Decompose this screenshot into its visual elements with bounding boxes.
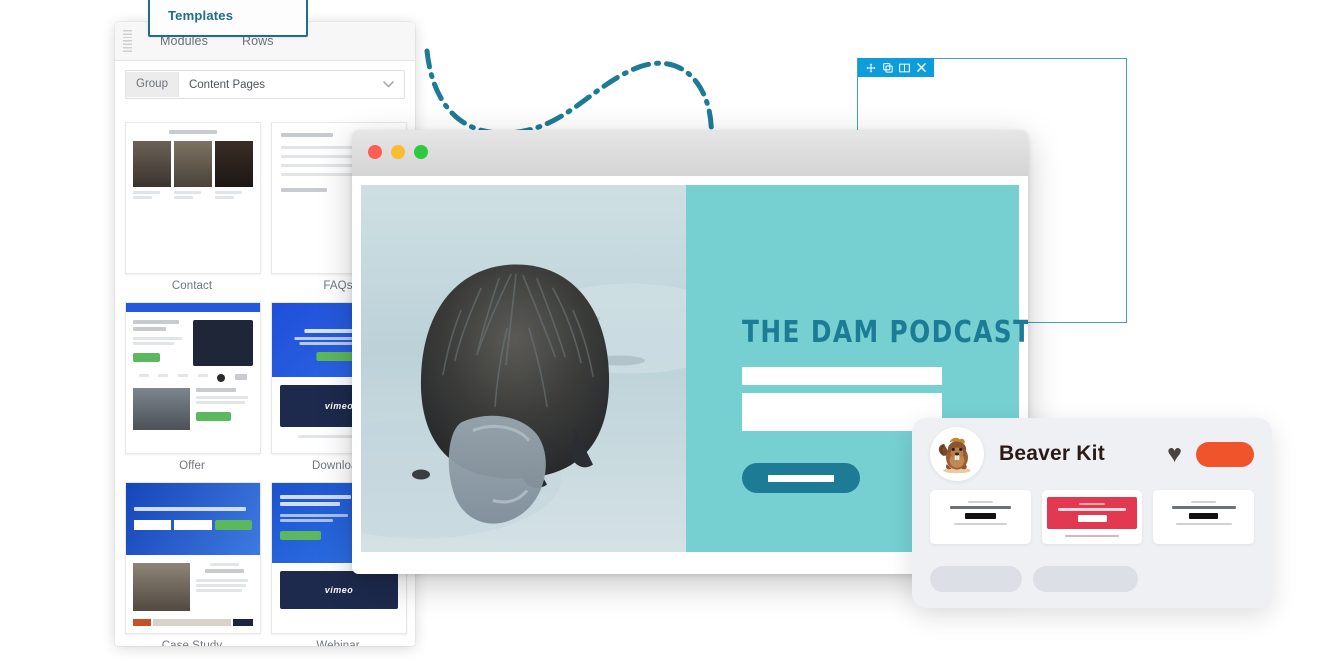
podcast-textarea-field[interactable]	[742, 393, 942, 431]
beaver-in-snow-photo	[361, 185, 686, 552]
template-card-case-study[interactable]: Case Study	[125, 482, 261, 646]
footer-chip-1[interactable]	[930, 566, 1022, 592]
beaver-kit-card: Beaver Kit ♥	[912, 418, 1272, 608]
kit-tile-light-1[interactable]	[930, 490, 1031, 544]
tab-templates[interactable]: Templates	[148, 0, 308, 37]
kit-tile-red[interactable]	[1041, 490, 1143, 544]
minimize-dot[interactable]	[391, 145, 405, 159]
chevron-down-icon[interactable]	[383, 80, 394, 90]
traffic-lights	[368, 145, 428, 159]
template-thumbnail[interactable]	[125, 302, 261, 454]
group-filter-bar[interactable]: Group Content Pages	[125, 70, 405, 99]
template-thumbnail[interactable]	[125, 482, 261, 634]
columns-icon[interactable]	[896, 58, 913, 77]
browser-titlebar	[352, 130, 1028, 177]
tab-templates-label: Templates	[168, 7, 234, 23]
close-icon[interactable]	[913, 58, 930, 77]
drag-handle-icon[interactable]	[123, 30, 132, 54]
beaver-kit-header: Beaver Kit ♥	[912, 418, 1272, 490]
template-label: Webinar	[316, 640, 360, 646]
beaver-kit-tiles	[912, 490, 1272, 544]
kit-tile-light-2[interactable]	[1153, 490, 1255, 544]
action-pill-button[interactable]	[1196, 441, 1254, 467]
duplicate-icon[interactable]	[879, 58, 896, 77]
template-card-offer[interactable]: Offer	[125, 302, 261, 472]
podcast-heading: THE DAM PODCAST	[742, 315, 1028, 350]
beaver-kit-title: Beaver Kit	[999, 442, 1105, 465]
podcast-submit-button[interactable]	[742, 463, 860, 493]
beaver-kit-actions: ♥	[1167, 441, 1254, 467]
move-icon[interactable]	[862, 58, 879, 77]
template-label: Offer	[179, 460, 205, 472]
group-button[interactable]: Group	[126, 72, 179, 97]
beaver-logo-icon	[930, 427, 984, 481]
node-toolbar[interactable]	[858, 58, 934, 77]
podcast-input-field[interactable]	[742, 367, 942, 385]
template-thumbnail[interactable]	[125, 122, 261, 274]
template-label: Contact	[171, 280, 213, 292]
footer-chip-2[interactable]	[1033, 566, 1138, 592]
close-dot[interactable]	[368, 145, 382, 159]
template-label: Case Study	[161, 640, 223, 646]
zoom-dot[interactable]	[414, 145, 428, 159]
beaver-kit-footer	[912, 544, 1272, 592]
template-card-contact[interactable]: Contact	[125, 122, 261, 292]
group-select-value[interactable]: Content Pages	[179, 79, 383, 91]
heart-icon[interactable]: ♥	[1167, 441, 1182, 467]
